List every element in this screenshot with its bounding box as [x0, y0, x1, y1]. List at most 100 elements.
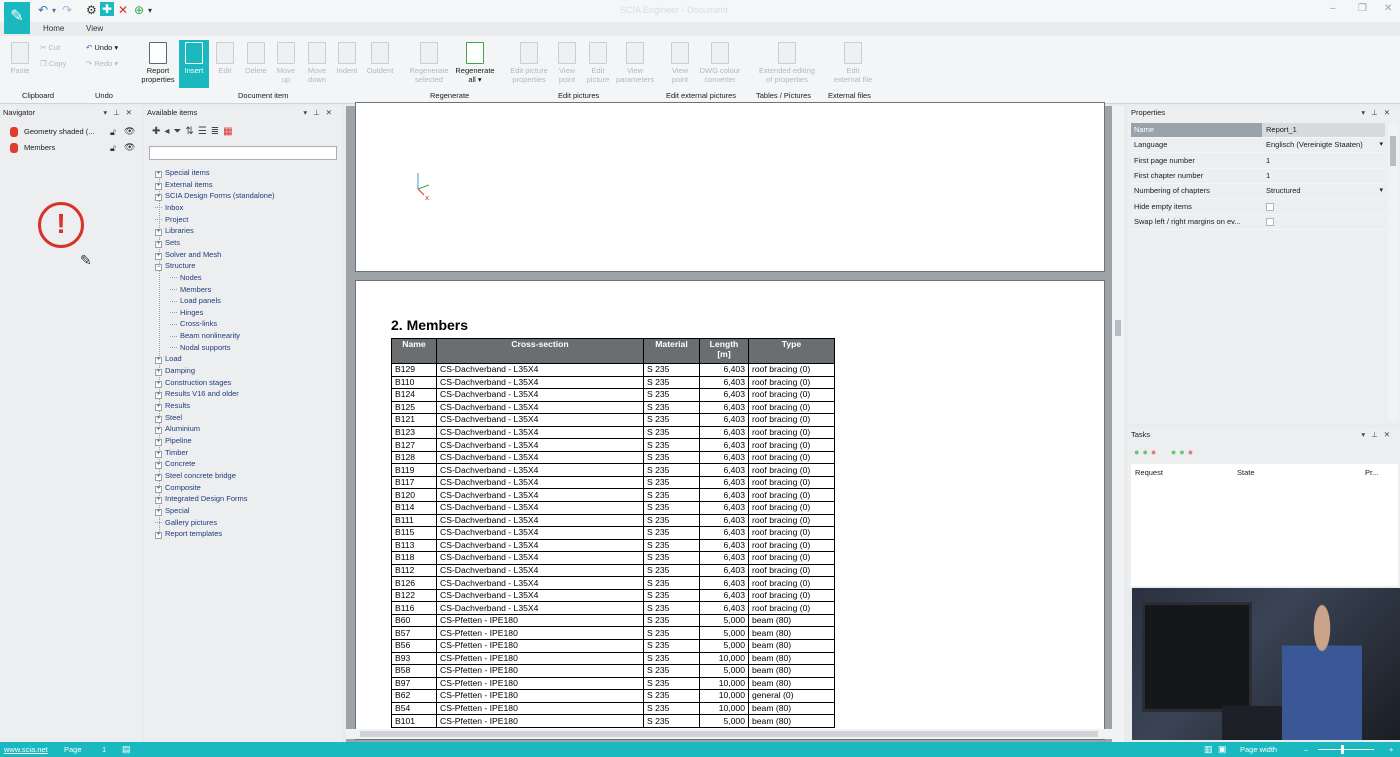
tree-item[interactable]: + Composite [155, 483, 201, 493]
group-icon[interactable]: ☰ [198, 126, 211, 137]
expand-icon[interactable]: + [155, 357, 162, 365]
available-items-search-input[interactable] [149, 146, 337, 160]
expand-icon[interactable]: + [155, 427, 162, 435]
tab-home[interactable]: Home [43, 24, 64, 33]
zoom-in-icon[interactable]: + [1389, 742, 1393, 757]
expand-icon[interactable]: + [155, 182, 162, 190]
expand-icon[interactable]: + [155, 392, 162, 400]
move-up-button[interactable]: Move up [273, 42, 299, 84]
tree-item[interactable]: + Special [155, 506, 190, 516]
regenerate-selected-button[interactable]: Regenerate selected [405, 42, 453, 84]
property-value[interactable]: 1 [1266, 169, 1382, 183]
property-row[interactable]: Numbering of chapters Structured ▾ [1131, 184, 1385, 200]
expand-icon[interactable]: + [155, 229, 162, 237]
outdent-button[interactable]: Outdent [363, 42, 397, 75]
expand-icon[interactable]: + [155, 194, 162, 202]
property-value[interactable] [1266, 215, 1382, 229]
tree-item[interactable]: Members [170, 285, 211, 294]
undo-button[interactable]: ↶ Undo ▾ [86, 43, 118, 52]
visibility-eye-icon[interactable]: 👁︎ [124, 126, 135, 137]
cut-button[interactable]: ✂ Cut [40, 43, 60, 52]
insert-button[interactable]: Insert [179, 40, 209, 88]
property-value[interactable]: 1 [1266, 154, 1382, 168]
property-row[interactable]: Hide empty items [1131, 200, 1385, 215]
tree-item[interactable]: + Report templates [155, 529, 222, 540]
document-vertical-scrollbar[interactable] [1112, 106, 1124, 742]
properties-scrollbar[interactable] [1388, 124, 1398, 420]
expand-icon[interactable]: + [155, 473, 162, 481]
maximize-button[interactable]: ❐ [1358, 3, 1367, 14]
zoom-out-icon[interactable]: – [1304, 742, 1308, 757]
tree-item[interactable]: Beam nonlinearity [170, 331, 240, 340]
close-window-button[interactable]: ✕ [1384, 3, 1392, 14]
tree-item[interactable]: + Integrated Design Forms [155, 494, 248, 505]
document-horizontal-scrollbar[interactable] [346, 729, 1112, 739]
document-view[interactable]: x 2. Members Name Cross-section Material… [346, 102, 1112, 742]
sort-icon[interactable]: ⇅ [185, 126, 197, 137]
external-view-point-button[interactable]: View point [667, 42, 693, 84]
scrollbar-thumb[interactable] [1390, 136, 1396, 166]
tree-item[interactable]: + Special items [155, 168, 210, 178]
task-up-icon[interactable]: ● [1171, 447, 1179, 457]
tasks-panel-controls[interactable]: ▾⊥✕ [1361, 428, 1396, 442]
zoom-mode[interactable]: Page width [1240, 742, 1277, 757]
redo-quick-icon[interactable]: ↷ [62, 3, 72, 17]
task-delete-icon[interactable]: ● [1188, 447, 1196, 457]
dwg-colour-converter-button[interactable]: DWG colour converter [695, 42, 745, 84]
settings-gear-icon[interactable]: ⚙ [86, 3, 97, 17]
paste-button[interactable]: Paste [8, 42, 32, 75]
copy-button[interactable]: ❐ Copy [40, 59, 66, 68]
expand-icon[interactable]: + [155, 485, 162, 493]
refresh-green-icon[interactable]: ⊕ [134, 3, 144, 17]
stop-icon[interactable]: ● [1151, 447, 1159, 457]
edit-external-file-button[interactable]: Edit external file [828, 42, 878, 84]
property-value[interactable]: Report_1 [1266, 123, 1382, 137]
lock-icon[interactable]: 🔓︎ [110, 127, 116, 138]
regenerate-all-button[interactable]: Regenerate all ▾ [451, 42, 499, 84]
tree-item[interactable]: + Concrete [155, 459, 195, 470]
undo-quick-icon[interactable]: ↶ [38, 3, 48, 17]
zoom-slider-handle[interactable] [1341, 745, 1344, 754]
property-row[interactable]: First chapter number 1 [1131, 169, 1385, 184]
app-logo-icon[interactable]: ✎ [4, 2, 30, 34]
tree-item[interactable]: Nodes [170, 273, 202, 282]
expand-icon[interactable]: + [155, 252, 162, 260]
tree-item[interactable]: Hinges [170, 308, 203, 317]
navigator-item-geometry-shaded[interactable]: Geometry shaded (... [10, 127, 94, 138]
zoom-slider-track[interactable] [1318, 749, 1374, 750]
edit-picture-properties-button[interactable]: Edit picture properties [505, 42, 553, 84]
redo-button[interactable]: ↷ Redo ▾ [86, 59, 118, 68]
tree-item[interactable]: + External items [155, 180, 213, 190]
list-icon[interactable]: ≣ [211, 126, 223, 137]
tree-item[interactable]: + Results V16 and older [155, 389, 239, 400]
expand-icon[interactable]: + [155, 404, 162, 411]
navigator-item-members[interactable]: Members [10, 143, 55, 154]
scrollbar-thumb[interactable] [360, 731, 1098, 737]
expand-icon[interactable]: + [155, 508, 162, 516]
visibility-eye-icon[interactable]: 👁︎ [124, 142, 135, 153]
filter-icon[interactable]: ⏷ [173, 126, 185, 137]
expand-icon[interactable]: + [155, 462, 162, 470]
property-value[interactable] [1266, 200, 1382, 214]
property-row[interactable]: Name Report_1 [1131, 123, 1385, 138]
minimize-button[interactable]: – [1330, 3, 1336, 14]
expand-icon[interactable]: + [155, 532, 162, 540]
tree-item[interactable]: + Load [155, 354, 182, 365]
task-down-icon[interactable]: ● [1179, 447, 1187, 457]
close-red-icon[interactable]: ✕ [118, 3, 128, 17]
properties-panel-controls[interactable]: ▾⊥✕ [1361, 106, 1396, 120]
delete-button[interactable]: Delete [242, 42, 270, 75]
undo-dropdown-icon[interactable]: ▾ [52, 6, 56, 15]
expand-icon[interactable]: + [155, 450, 162, 458]
expand-icon[interactable]: + [155, 415, 162, 423]
tree-item[interactable]: − Structure [155, 261, 195, 272]
tree-item[interactable]: + Results [155, 401, 190, 411]
property-checkbox[interactable] [1266, 202, 1274, 211]
property-value[interactable]: Englisch (Vereinigte Staaten) [1266, 138, 1382, 152]
tree-item[interactable]: Gallery pictures [155, 518, 217, 527]
tree-item[interactable]: + Pipeline [155, 436, 192, 446]
property-value[interactable]: Structured [1266, 184, 1382, 198]
edit-button[interactable]: Edit [213, 42, 237, 75]
tree-item[interactable]: Cross-links [170, 319, 217, 328]
expand-icon[interactable]: + [155, 438, 162, 446]
